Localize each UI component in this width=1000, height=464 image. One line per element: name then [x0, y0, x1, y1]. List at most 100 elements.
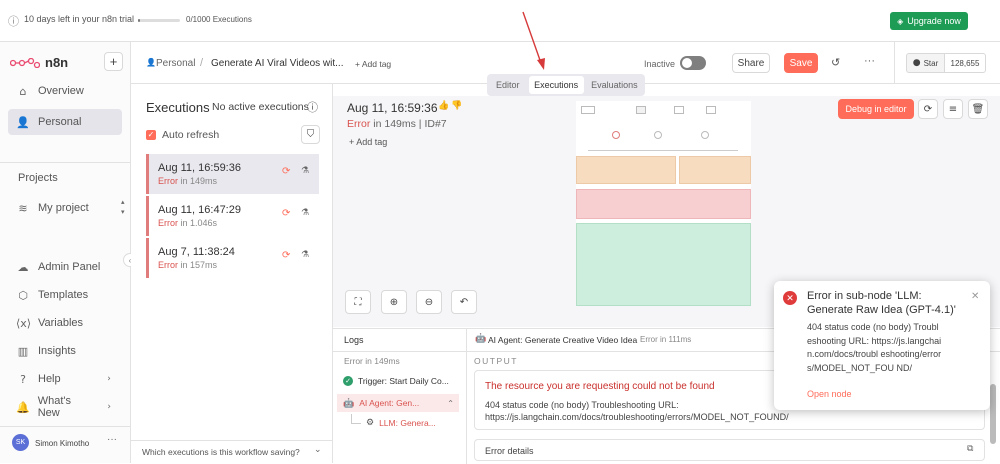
diamond-icon: ◈ — [897, 16, 904, 26]
sidebar-item-help[interactable]: ? Help › — [8, 367, 122, 391]
diagram-section-red — [576, 189, 751, 219]
scroll-arrows-icon[interactable]: ▴ ▾ — [121, 197, 125, 217]
sidebar-item-whats-new[interactable]: 🔔 What's New › — [8, 395, 122, 419]
execution-date-heading: Aug 11, 16:59:36 — [347, 101, 438, 115]
workflow-status: Inactive — [644, 59, 676, 69]
chevron-right-icon: › — [107, 402, 111, 412]
add-tag-link[interactable]: + Add tag — [355, 59, 391, 69]
auto-refresh-label: Auto refresh — [162, 129, 220, 141]
flask-icon[interactable]: ⚗ — [301, 208, 309, 218]
logs-sidebar: Logs Error in 149ms ✓ Trigger: Start Dai… — [333, 329, 467, 464]
sidebar-item-admin-panel[interactable]: ☁ Admin Panel — [8, 255, 122, 279]
tab-executions[interactable]: Executions — [528, 76, 584, 94]
zoom-out-icon: ⊖ — [424, 296, 434, 308]
error-circle-icon: ✕ — [783, 291, 797, 305]
save-button[interactable]: Save — [784, 53, 818, 73]
zoom-in-button[interactable]: ⊕ — [381, 290, 407, 314]
tab-editor[interactable]: Editor — [489, 76, 527, 94]
user-avatar[interactable]: SK — [12, 434, 29, 451]
chevron-right-icon: › — [107, 374, 111, 384]
history-icon[interactable]: ↺ — [831, 56, 840, 69]
log-entry-trigger[interactable]: ✓ Trigger: Start Daily Co... — [343, 376, 449, 386]
activate-toggle[interactable] — [680, 56, 706, 70]
chevron-down-icon[interactable]: ⌄ — [314, 445, 322, 455]
execution-item[interactable]: Aug 11, 16:59:36 Error in 149ms ⟳ ⚗ — [146, 154, 319, 194]
chevron-up-icon[interactable]: ⌃ — [447, 399, 454, 408]
execution-date: Aug 11, 16:59:36 — [158, 162, 241, 174]
sidebar-item-insights[interactable]: ▥ Insights — [8, 339, 122, 363]
error-details-label: Error details — [485, 446, 534, 456]
diagram-node — [581, 106, 595, 114]
open-node-link[interactable]: Open node — [807, 389, 852, 399]
zoom-out-button[interactable]: ⊖ — [416, 290, 442, 314]
fit-view-button[interactable]: ⛶ — [345, 290, 371, 314]
user-icon: 👤 — [16, 115, 30, 129]
sidebar-item-personal[interactable]: 👤 Personal — [8, 109, 122, 135]
retry-execution-button[interactable]: ⟳ — [918, 99, 938, 119]
sidebar-item-label: Overview — [38, 85, 84, 97]
retry-icon[interactable]: ⟳ — [282, 250, 290, 261]
filter-button[interactable]: ⛉ — [301, 125, 320, 144]
log-tree-line — [351, 414, 361, 424]
sidebar-item-variables[interactable]: ⟨x⟩ Variables — [8, 311, 122, 335]
flask-icon[interactable]: ⚗ — [301, 166, 309, 176]
breadcrumb-project[interactable]: Personal — [156, 58, 195, 69]
save-label: Save — [789, 57, 813, 69]
sidebar-item-my-project[interactable]: ≋ My project — [8, 196, 122, 220]
retry-icon[interactable]: ⟳ — [282, 166, 290, 177]
thumbs-down-icon[interactable]: 👎 — [451, 101, 462, 111]
workflow-name[interactable]: Generate AI Viral Videos wit... — [211, 58, 343, 69]
close-icon[interactable]: ✕ — [971, 291, 979, 302]
layers-icon: ≋ — [18, 201, 28, 215]
execution-duration: in 1.046s — [180, 218, 218, 228]
error-title: The resource you are requesting could no… — [485, 381, 715, 392]
debug-in-editor-button[interactable]: Debug in editor — [838, 99, 914, 119]
executions-count: 0/1000 Executions — [186, 15, 252, 24]
copy-icon[interactable]: ⧉ — [967, 444, 973, 454]
check-circle-icon: ✓ — [343, 376, 353, 386]
error-details-box[interactable]: Error details ⧉ — [474, 439, 985, 461]
node-status: Error in 111ms — [640, 335, 692, 344]
diagram-node — [701, 131, 709, 139]
debug-label: Debug in editor — [845, 104, 907, 114]
create-button[interactable]: + — [104, 52, 123, 71]
execution-item[interactable]: Aug 11, 16:47:29 Error in 1.046s ⟳ ⚗ — [146, 196, 319, 236]
reset-zoom-button[interactable]: ↶ — [451, 290, 477, 314]
thumbs-up-icon[interactable]: 👍 — [438, 101, 449, 111]
log-entry-ai-agent[interactable]: 🤖 AI Agent: Gen... ⌃ — [337, 394, 459, 412]
flask-icon[interactable]: ⚗ — [301, 250, 309, 260]
sidebar-item-overview[interactable]: ⌂ Overview — [8, 79, 122, 103]
cloud-icon: ☁ — [17, 260, 29, 274]
upgrade-label: Upgrade now — [907, 16, 961, 26]
github-star-button[interactable]: ● Star — [906, 53, 945, 73]
workflow-diagram[interactable] — [576, 101, 751, 306]
undo-icon: ↶ — [459, 296, 469, 308]
sidebar-item-label: Templates — [38, 289, 89, 301]
copy-to-editor-button[interactable]: ≡ — [943, 99, 963, 119]
execution-status-label: Error — [158, 218, 178, 228]
user-menu-icon[interactable]: ··· — [107, 434, 117, 445]
log-entry-label: AI Agent: Gen... — [359, 398, 420, 408]
delete-execution-button[interactable]: 🗑 — [968, 99, 988, 119]
sidebar-item-label: Variables — [38, 317, 84, 329]
sidebar-item-templates[interactable]: ⬡ Templates — [8, 283, 122, 307]
more-options-icon[interactable]: ··· — [864, 55, 875, 67]
sidebar-divider — [0, 162, 131, 163]
log-entry-llm[interactable]: ⚙ LLM: Genera... — [366, 417, 436, 428]
retry-icon[interactable]: ⟳ — [282, 208, 290, 219]
retry-icon: ⟳ — [923, 103, 933, 115]
executions-footer-question[interactable]: Which executions is this workflow saving… — [142, 447, 300, 457]
github-star-count[interactable]: 128,655 — [944, 53, 986, 73]
breadcrumb-separator: / — [200, 57, 204, 69]
bell-icon: 🔔 — [16, 400, 30, 414]
share-button[interactable]: Share — [732, 53, 770, 73]
execution-status: Error in 149ms — [158, 176, 319, 186]
scrollbar[interactable] — [990, 384, 996, 444]
auto-refresh-checkbox[interactable]: ✓ — [146, 130, 156, 140]
robot-icon: 🤖 — [475, 334, 487, 344]
upgrade-button[interactable]: ◈ Upgrade now — [890, 12, 968, 30]
add-tag-link[interactable]: + Add tag — [349, 137, 387, 147]
tab-evaluations[interactable]: Evaluations — [586, 76, 643, 94]
info-icon[interactable]: ⓘ — [307, 99, 318, 115]
execution-item[interactable]: Aug 7, 11:38:24 Error in 157ms ⟳ ⚗ — [146, 238, 319, 278]
